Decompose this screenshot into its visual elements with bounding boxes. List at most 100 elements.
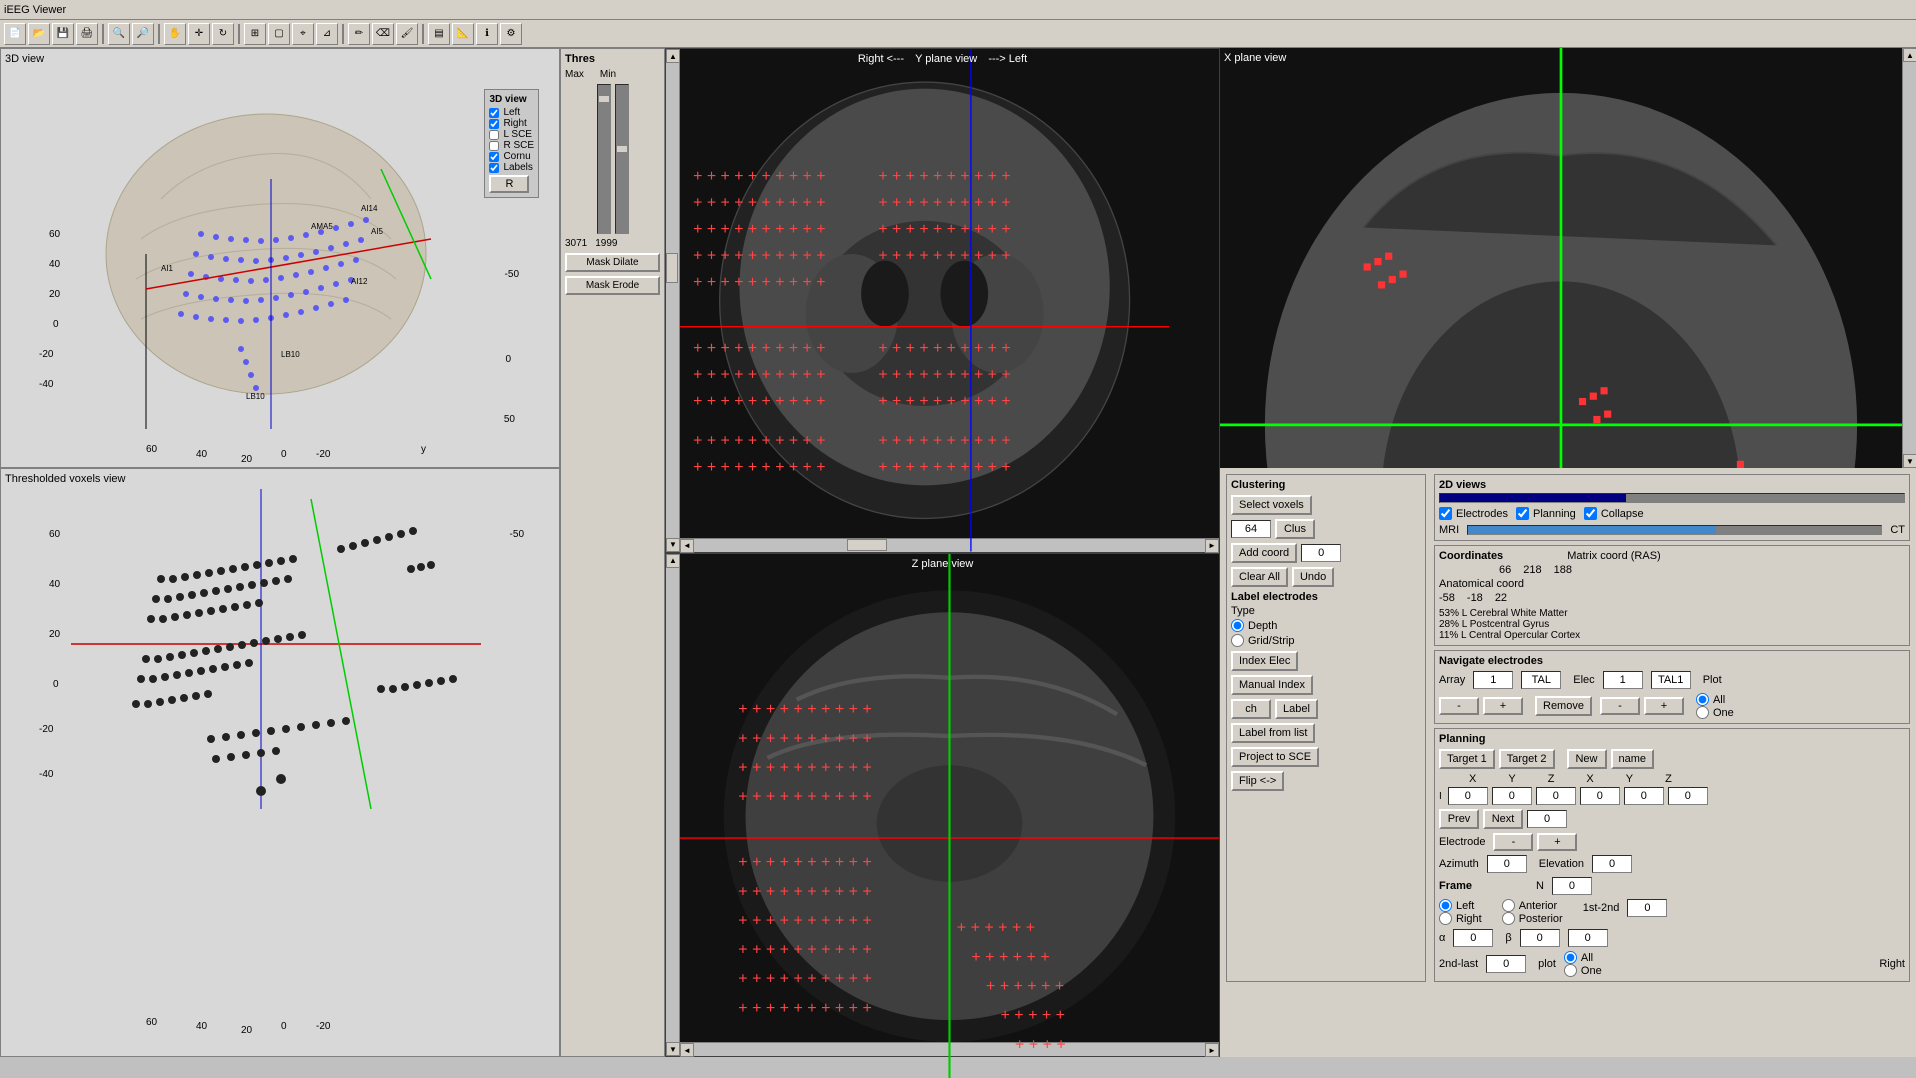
legend-cornu-check[interactable] <box>489 152 499 162</box>
y1-input[interactable] <box>1492 787 1532 805</box>
project-sce-btn[interactable]: Project to SCE <box>1231 747 1319 767</box>
elevation-input[interactable] <box>1592 855 1632 873</box>
zoom-out-btn[interactable]: 🔍 <box>108 23 130 45</box>
legend-right-check[interactable] <box>489 119 499 129</box>
plus2-btn[interactable]: + <box>1644 697 1684 715</box>
open-btn[interactable]: 📂 <box>28 23 50 45</box>
one2-radio[interactable] <box>1564 964 1577 977</box>
manual-index-btn[interactable]: Manual Index <box>1231 675 1313 695</box>
e-minus-btn[interactable]: - <box>1493 833 1533 851</box>
wand-btn[interactable]: ⊿ <box>316 23 338 45</box>
xp-scroll-up[interactable]: ▲ <box>1903 48 1916 62</box>
info-btn[interactable]: ℹ <box>476 23 498 45</box>
ch-btn[interactable]: ch <box>1231 699 1271 719</box>
z-plane-view[interactable]: ▲ ▼ Z plane view ◄ ► <box>665 553 1220 1058</box>
max-slider[interactable] <box>597 84 611 234</box>
measure-btn[interactable]: 📐 <box>452 23 474 45</box>
z-scroll-down[interactable]: ▼ <box>666 1042 680 1056</box>
array-input[interactable] <box>1473 671 1513 689</box>
next-btn[interactable]: Next <box>1483 809 1523 829</box>
clear-all-btn[interactable]: Clear All <box>1231 567 1288 587</box>
depth-radio[interactable] <box>1231 619 1244 632</box>
select-btn[interactable]: ▢ <box>268 23 290 45</box>
scroll-right[interactable]: ► <box>1205 539 1219 553</box>
all-radio[interactable] <box>1696 693 1709 706</box>
scroll-up[interactable]: ▲ <box>666 49 680 63</box>
legend-rsce-check[interactable] <box>489 141 499 151</box>
x2-input[interactable] <box>1580 787 1620 805</box>
new-btn[interactable]: 📄 <box>4 23 26 45</box>
undo-btn[interactable]: Undo <box>1292 567 1334 587</box>
hand-btn[interactable]: ✋ <box>164 23 186 45</box>
x-plane-scrollbar-v[interactable]: ▲ ▼ <box>1902 48 1916 468</box>
posterior-radio[interactable] <box>1502 912 1515 925</box>
plus-btn[interactable]: + <box>1483 697 1523 715</box>
mri-slider[interactable] <box>1467 525 1882 535</box>
elec-input[interactable] <box>1603 671 1643 689</box>
legend-left-check[interactable] <box>489 108 499 118</box>
counter-input[interactable] <box>1527 810 1567 828</box>
min-slider[interactable] <box>615 84 629 234</box>
crosshair-btn[interactable]: ✛ <box>188 23 210 45</box>
y-plane-scrollbar-v[interactable]: ▲ ▼ <box>666 49 680 552</box>
save-btn[interactable]: 💾 <box>52 23 74 45</box>
x1-input[interactable] <box>1448 787 1488 805</box>
xp-scroll-down[interactable]: ▼ <box>1903 454 1916 468</box>
alpha-input[interactable] <box>1453 929 1493 947</box>
zoom-in-btn[interactable]: 🔎 <box>132 23 154 45</box>
cluster-count-input[interactable] <box>1231 520 1271 538</box>
azimuth-input[interactable] <box>1487 855 1527 873</box>
select-voxels-btn[interactable]: Select voxels <box>1231 495 1312 515</box>
one-radio[interactable] <box>1696 706 1709 719</box>
legend-labels-check[interactable] <box>489 163 499 173</box>
first2nd-input[interactable] <box>1627 899 1667 917</box>
n-input[interactable] <box>1552 877 1592 895</box>
right-radio[interactable] <box>1439 912 1452 925</box>
grid-strip-radio[interactable] <box>1231 634 1244 647</box>
label-from-list-btn[interactable]: Label from list <box>1231 723 1315 743</box>
tal-input[interactable] <box>1521 671 1561 689</box>
all2-radio[interactable] <box>1564 951 1577 964</box>
z2-input[interactable] <box>1668 787 1708 805</box>
rotate-btn[interactable]: ↻ <box>212 23 234 45</box>
electrodes-check[interactable] <box>1439 507 1452 520</box>
paint-btn[interactable]: 🖌 <box>396 23 418 45</box>
add-coord-btn[interactable]: Add coord <box>1231 543 1297 563</box>
name-btn[interactable]: name <box>1611 749 1655 769</box>
2nd-last-input[interactable] <box>1486 955 1526 973</box>
minus-btn[interactable]: - <box>1439 697 1479 715</box>
label-btn[interactable]: Label <box>1275 699 1318 719</box>
z-plane-scrollbar-v[interactable]: ▲ ▼ <box>666 554 680 1057</box>
anterior-radio[interactable] <box>1502 899 1515 912</box>
y2-input[interactable] <box>1624 787 1664 805</box>
view-3d[interactable]: 3D view 60 40 20 0 -20 -40 60 40 20 0 -2… <box>0 48 560 468</box>
z1-input[interactable] <box>1536 787 1576 805</box>
tal1-input[interactable] <box>1651 671 1691 689</box>
settings-btn[interactable]: ⚙ <box>500 23 522 45</box>
thresholded-view[interactable]: Thresholded voxels view 60 40 20 0 -20 -… <box>0 468 560 1057</box>
minus2-btn[interactable]: - <box>1600 697 1640 715</box>
mask-erode-btn[interactable]: Mask Erode <box>565 276 660 295</box>
eraser-btn[interactable]: ⌫ <box>372 23 394 45</box>
collapse-check[interactable] <box>1584 507 1597 520</box>
grid-btn[interactable]: ⊞ <box>244 23 266 45</box>
legend-lsce-check[interactable] <box>489 130 499 140</box>
z-scroll-up[interactable]: ▲ <box>666 554 680 568</box>
r-button[interactable]: R <box>489 175 529 193</box>
e-plus-btn[interactable]: + <box>1537 833 1577 851</box>
lasso-btn[interactable]: ⌖ <box>292 23 314 45</box>
mask-dilate-btn[interactable]: Mask Dilate <box>565 253 660 272</box>
pencil-btn[interactable]: ✏ <box>348 23 370 45</box>
index-elec-btn[interactable]: Index Elec <box>1231 651 1298 671</box>
print-btn[interactable]: 🖨 <box>76 23 98 45</box>
remove-btn[interactable]: Remove <box>1535 696 1592 716</box>
left-radio[interactable] <box>1439 899 1452 912</box>
clus-btn[interactable]: Clus <box>1275 519 1315 539</box>
y-plane-view[interactable]: ▲ ▼ Right <--- Y plane view ---> Left ◄ <box>665 48 1220 553</box>
target2-btn[interactable]: Target 2 <box>1499 749 1555 769</box>
scroll-down[interactable]: ▼ <box>666 538 680 552</box>
add-coord-input[interactable] <box>1301 544 1341 562</box>
threshold-btn[interactable]: ▤ <box>428 23 450 45</box>
prev-btn[interactable]: Prev <box>1439 809 1479 829</box>
beta-input[interactable] <box>1520 929 1560 947</box>
